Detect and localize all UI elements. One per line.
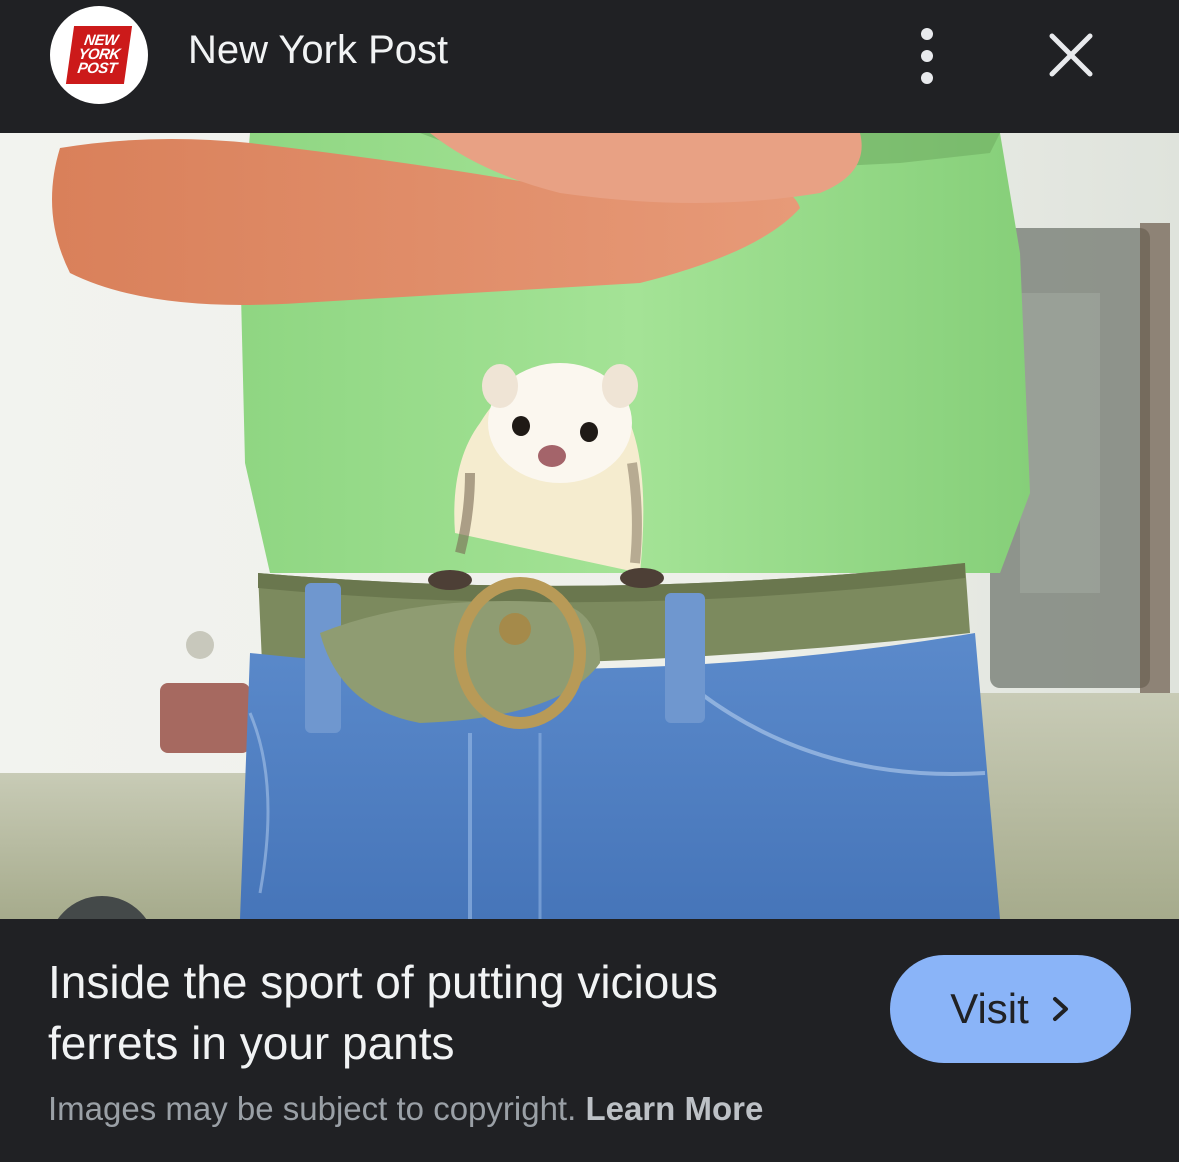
result-image[interactable]: [0, 133, 1179, 919]
nypost-logo-icon: NEW YORK POST: [65, 26, 133, 84]
source-logo[interactable]: NEW YORK POST: [50, 6, 148, 104]
copyright-notice: Images may be subject to copyright. Lear…: [48, 1090, 763, 1128]
learn-more-link[interactable]: Learn More: [585, 1090, 763, 1127]
close-icon[interactable]: [1046, 30, 1096, 80]
header-bar: NEW YORK POST New York Post: [0, 0, 1179, 133]
result-title[interactable]: Inside the sport of putting vicious ferr…: [48, 952, 848, 1074]
ferret-photo: [0, 133, 1179, 919]
visit-label: Visit: [950, 985, 1029, 1032]
copyright-text: Images may be subject to copyright.: [48, 1090, 577, 1127]
visit-button[interactable]: Visit: [890, 955, 1131, 1063]
more-options-icon[interactable]: [912, 28, 942, 84]
source-title[interactable]: New York Post: [188, 28, 448, 73]
chevron-right-icon: [1052, 997, 1068, 1021]
